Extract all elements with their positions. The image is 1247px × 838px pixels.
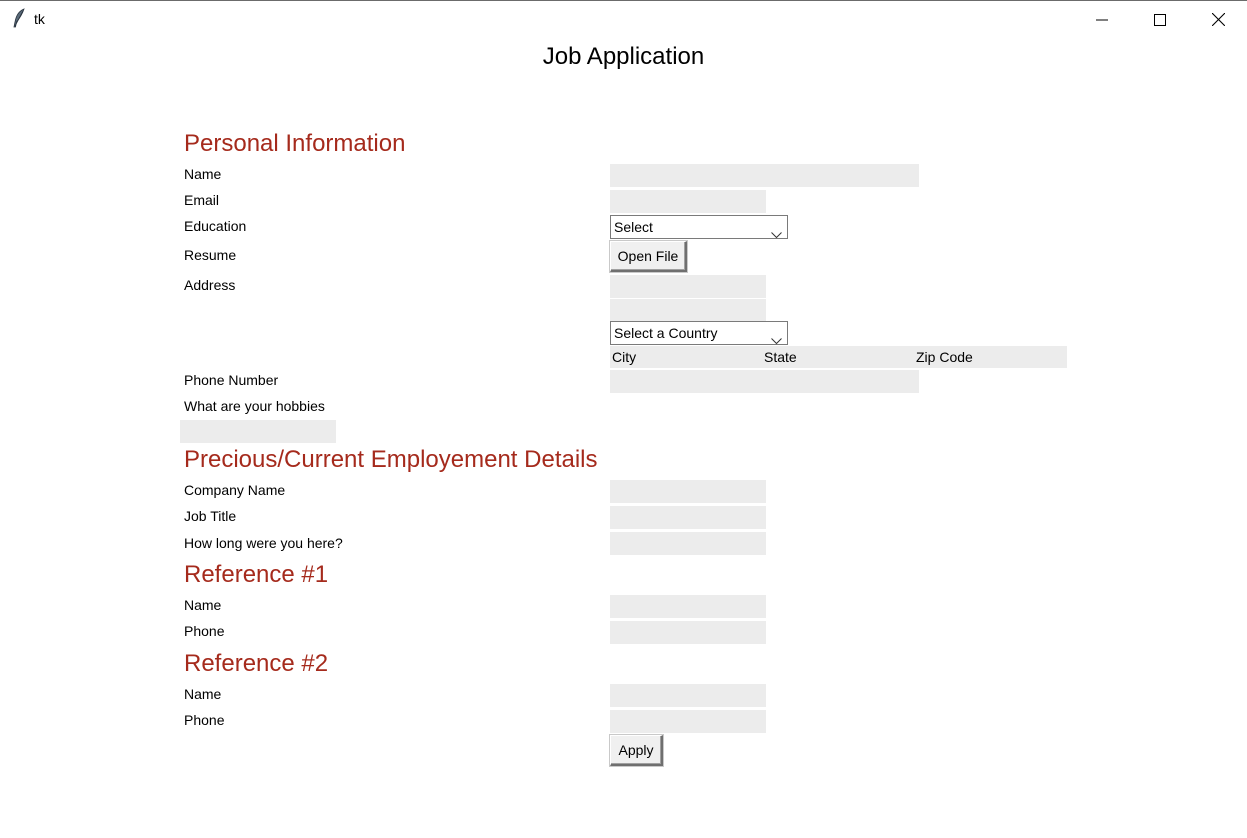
address-line2-field[interactable] (610, 299, 766, 322)
hobbies-label: What are your hobbies (184, 398, 325, 414)
close-button[interactable] (1189, 1, 1247, 38)
name-label: Name (184, 166, 222, 182)
reference-2-name-field[interactable] (610, 684, 766, 707)
reference-2-phone-label: Phone (184, 712, 225, 728)
country-selected-value: Select a Country (614, 325, 718, 341)
email-label: Email (184, 192, 220, 208)
minimize-icon (1096, 14, 1108, 26)
title-bar[interactable] (0, 1, 1247, 38)
job-title-label: Job Title (184, 508, 237, 524)
reference-1-phone-field[interactable] (610, 621, 766, 644)
page-title: Job Application (542, 43, 705, 70)
zip-code-field[interactable]: Zip Code (916, 347, 973, 367)
country-select[interactable]: Select a Country (610, 321, 788, 345)
duration-label: How long were you here? (184, 535, 343, 551)
window-app-name: tk (34, 11, 45, 27)
hobbies-field[interactable] (180, 420, 336, 443)
section-heading-personal: Personal Information (184, 130, 406, 157)
section-heading-reference-1: Reference #1 (184, 561, 329, 588)
email-field[interactable] (610, 190, 766, 213)
section-heading-reference-2: Reference #2 (184, 650, 329, 677)
company-name-field[interactable] (610, 480, 766, 503)
name-field[interactable] (610, 164, 919, 187)
education-selected-value: Select (614, 219, 653, 235)
city-state-zip-row (610, 346, 1067, 368)
duration-field[interactable] (610, 532, 766, 555)
company-name-label: Company Name (184, 482, 286, 498)
section-heading-employment: Precious/Current Employement Details (184, 446, 598, 473)
reference-1-name-label: Name (184, 597, 222, 613)
apply-button[interactable]: Apply (610, 735, 663, 766)
maximize-icon (1154, 13, 1166, 26)
open-file-button[interactable]: Open File (610, 241, 687, 272)
reference-2-name-label: Name (184, 686, 222, 702)
city-field[interactable]: City (612, 347, 637, 367)
address-label: Address (184, 277, 236, 293)
feather-icon (12, 8, 26, 28)
phone-number-field[interactable] (610, 370, 919, 393)
education-select[interactable]: Select (610, 215, 788, 239)
reference-1-name-field[interactable] (610, 595, 766, 618)
minimize-button[interactable] (1073, 1, 1131, 38)
reference-2-phone-field[interactable] (610, 710, 766, 733)
close-icon (1211, 13, 1225, 26)
reference-1-phone-label: Phone (184, 623, 225, 639)
address-line1-field[interactable] (610, 275, 766, 298)
resume-label: Resume (184, 247, 237, 263)
state-field[interactable]: State (764, 347, 797, 367)
chevron-down-icon (771, 223, 782, 245)
maximize-button[interactable] (1131, 1, 1189, 38)
education-label: Education (184, 218, 247, 234)
phone-number-label: Phone Number (184, 372, 279, 388)
job-title-field[interactable] (610, 506, 766, 529)
